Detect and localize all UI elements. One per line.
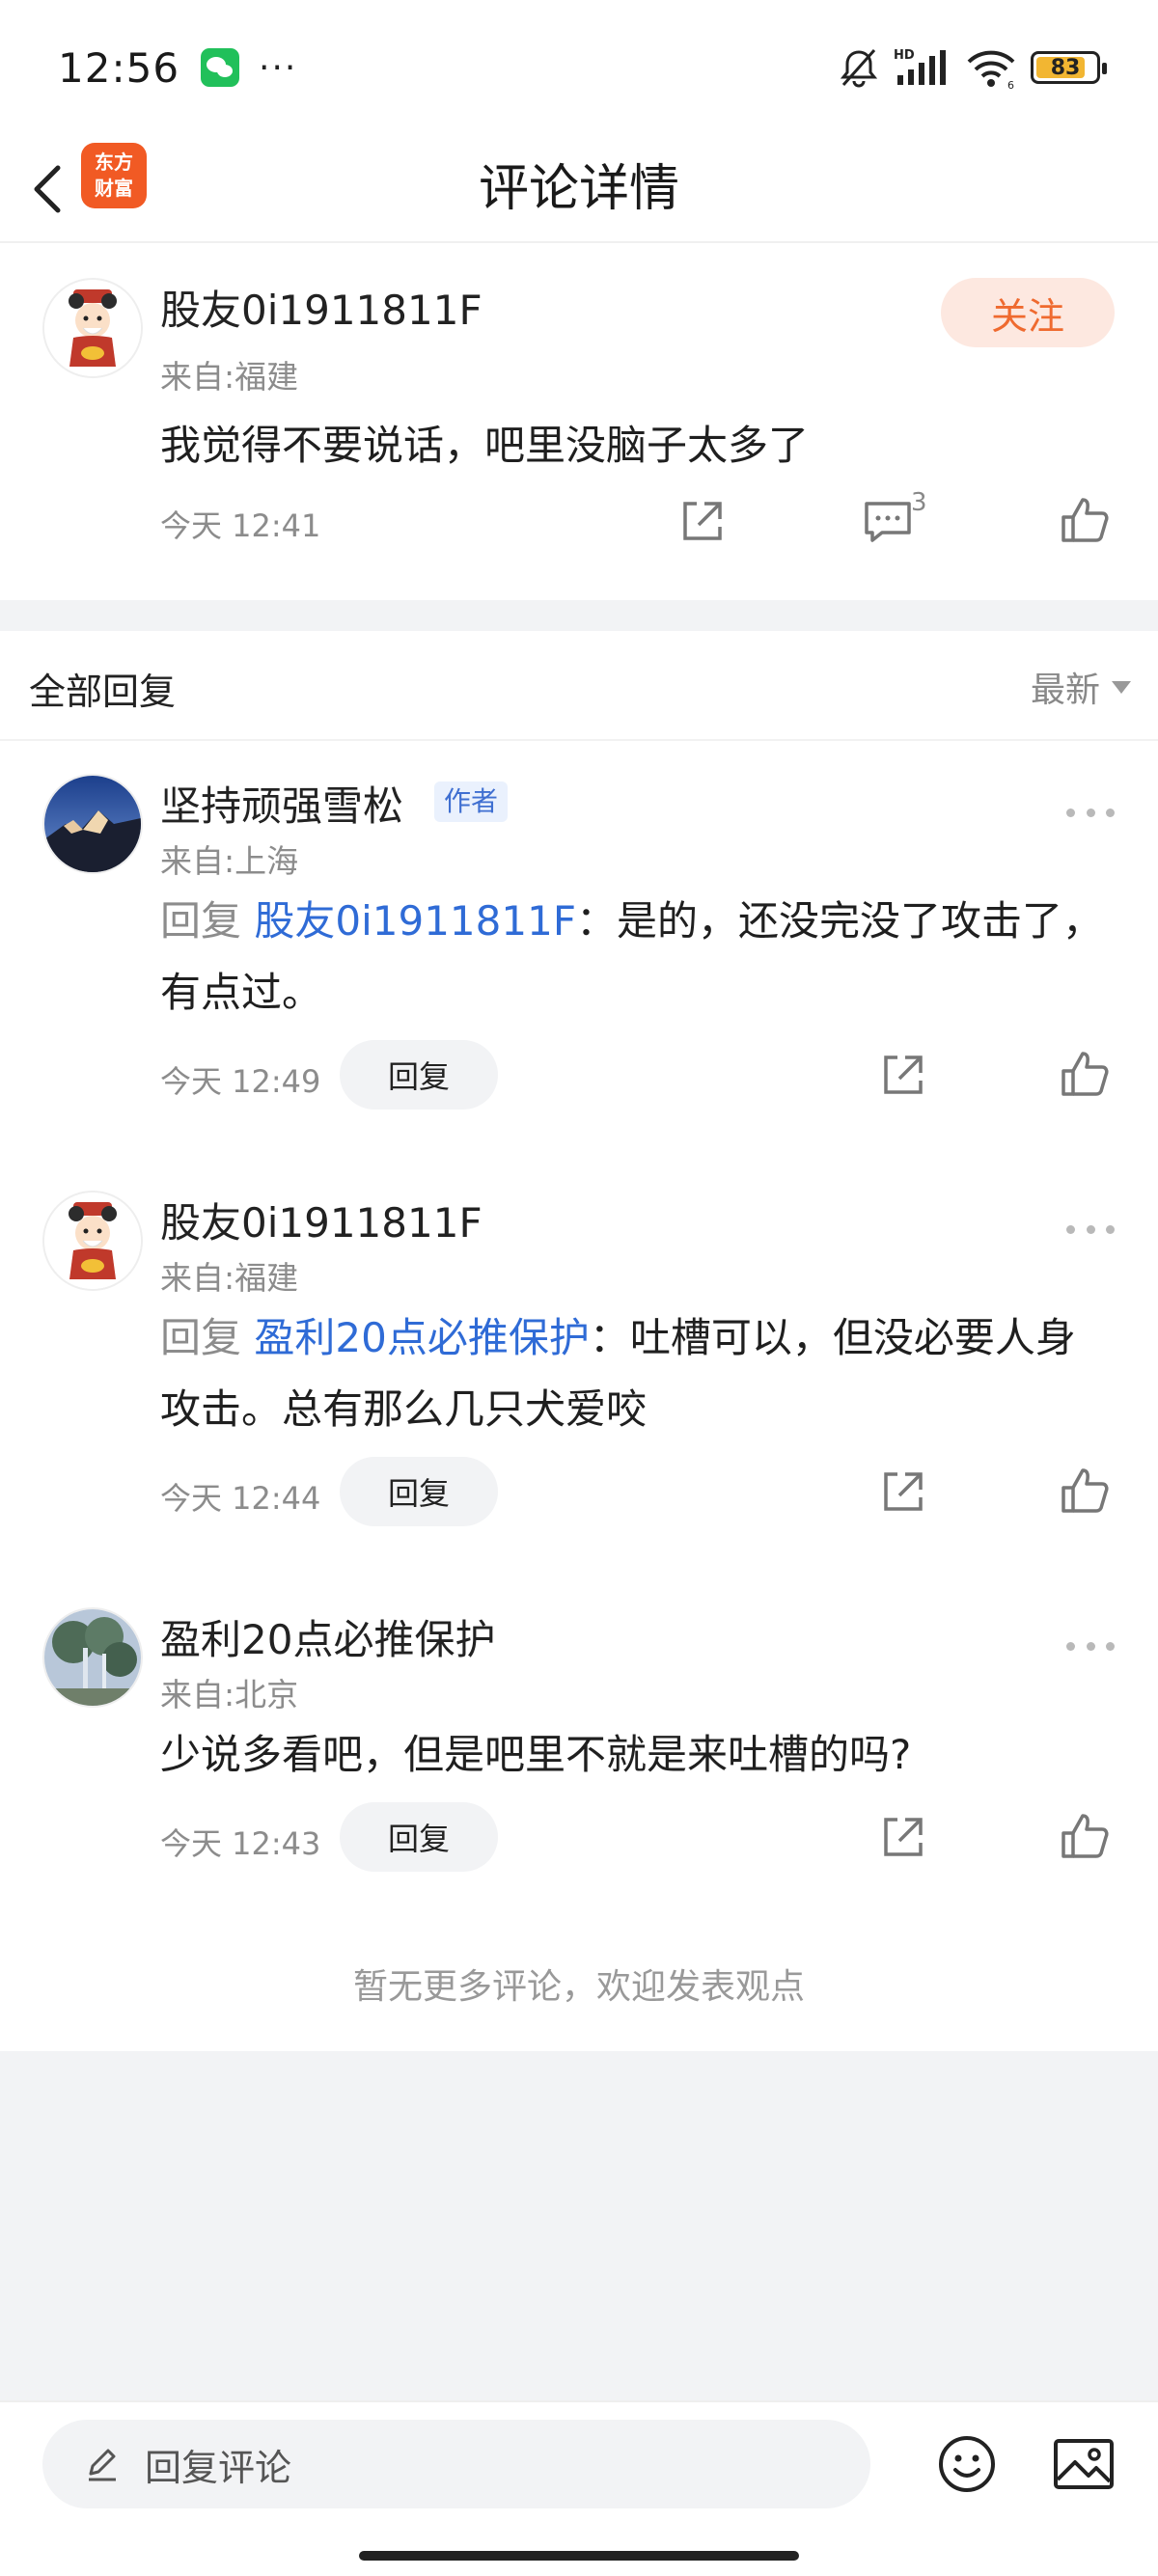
landscape-avatar-icon <box>44 776 141 872</box>
location: 来自:北京 <box>160 1676 299 1713</box>
comment-icon[interactable] <box>861 494 915 548</box>
like-icon[interactable] <box>1058 494 1112 548</box>
main-comment: 股友0i1911811F 来自:福建 我觉得不要说话，吧里没脑子太多了 今天 1… <box>0 243 1158 600</box>
like-icon[interactable] <box>1058 1465 1112 1519</box>
wechat-icon <box>201 48 240 87</box>
share-icon[interactable] <box>876 1048 930 1102</box>
avatar[interactable] <box>42 1191 143 1291</box>
emoji-icon[interactable] <box>936 2433 998 2495</box>
wifi-icon: 6 <box>967 50 1015 89</box>
tree-avatar-icon <box>44 1609 141 1706</box>
location: 来自:福建 <box>160 358 299 396</box>
mention-link[interactable]: 股友0i1911811F <box>254 897 576 945</box>
reply-prefix: 回复 <box>160 1314 242 1361</box>
reply-button[interactable]: 回复 <box>340 1040 498 1110</box>
reply-item: 盈利20点必推保护 来自:北京 少说多看吧，但是吧里不就是来吐槽的吗? 今天 1… <box>0 1575 1158 1893</box>
reply-text: 回复 股友0i1911811F：是的，还没完没了攻击了，有点过。 <box>160 886 1106 1028</box>
back-button[interactable] <box>23 162 77 216</box>
avatar[interactable] <box>42 774 143 874</box>
follow-button[interactable]: 关注 <box>941 278 1115 347</box>
comment-time: 今天 12:41 <box>160 507 321 544</box>
username[interactable]: 股友0i1911811F <box>160 1191 482 1249</box>
share-icon[interactable] <box>876 1810 930 1864</box>
sort-label: 最新 <box>1030 671 1100 710</box>
empty-area <box>0 2051 1158 2400</box>
home-indicator[interactable] <box>359 2551 799 2561</box>
avatar[interactable] <box>42 278 143 378</box>
status-icons: HD 6 83 <box>838 46 1107 89</box>
reply-item: 股友0i1911811F 来自:福建 回复 盈利20点必推保护：吐槽可以，但没必… <box>0 1158 1158 1546</box>
reply-prefix: 回复 <box>160 897 242 945</box>
more-notifications-icon: ··· <box>259 47 298 88</box>
reply-time: 今天 12:43 <box>160 1825 321 1862</box>
username[interactable]: 盈利20点必推保护 <box>160 1607 495 1666</box>
replies-header: 全部回复 最新 <box>0 631 1158 741</box>
share-icon[interactable] <box>876 1465 930 1519</box>
comment-text: 我觉得不要说话，吧里没脑子太多了 <box>160 422 810 469</box>
eastmoney-logo[interactable]: 东方 财富 <box>81 143 147 208</box>
end-of-list-note: 暂无更多评论，欢迎发表观点 <box>352 1967 805 2007</box>
cartoon-avatar-icon <box>44 1192 141 1289</box>
svg-text:HD: HD <box>894 48 915 63</box>
image-icon[interactable] <box>1052 2435 1116 2493</box>
hd-signal-icon: HD <box>894 48 946 85</box>
reply-time: 今天 12:49 <box>160 1063 321 1100</box>
more-options-button[interactable] <box>1066 803 1115 822</box>
page-title: 评论详情 <box>478 160 679 218</box>
more-options-button[interactable] <box>1066 1636 1115 1656</box>
mute-icon <box>840 49 878 88</box>
reply-button[interactable]: 回复 <box>340 1802 498 1872</box>
nav-bar: 东方 财富 评论详情 <box>0 135 1158 243</box>
status-time: 12:56 <box>58 43 180 92</box>
status-bar: 12:56 ··· HD 6 83 <box>0 0 1158 135</box>
username[interactable]: 坚持顽强雪松 <box>160 774 403 833</box>
mention-link[interactable]: 盈利20点必推保护 <box>254 1314 589 1361</box>
logo-line2: 财富 <box>95 177 133 200</box>
pen-icon <box>89 2449 116 2481</box>
cartoon-avatar-icon <box>44 280 141 376</box>
avatar[interactable] <box>42 1607 143 1708</box>
reply-input-placeholder: 回复评论 <box>145 2446 292 2489</box>
share-icon[interactable] <box>676 494 730 548</box>
caret-down-icon <box>1112 680 1131 694</box>
reply-time: 今天 12:44 <box>160 1480 321 1517</box>
location: 来自:上海 <box>160 842 299 880</box>
like-icon[interactable] <box>1058 1810 1112 1864</box>
more-options-button[interactable] <box>1066 1219 1115 1239</box>
section-divider <box>0 600 1158 631</box>
reply-item: 坚持顽强雪松 作者 来自:上海 回复 股友0i1911811F：是的，还没完没了… <box>0 741 1158 1129</box>
battery-icon: 83 <box>1031 51 1107 84</box>
location: 来自:福建 <box>160 1259 299 1297</box>
bottom-bar: 回复评论 <box>0 2400 1158 2576</box>
battery-level: 83 <box>1050 55 1081 80</box>
reply-text: 少说多看吧，但是吧里不就是来吐槽的吗? <box>160 1731 912 1778</box>
reply-button[interactable]: 回复 <box>340 1457 498 1526</box>
reply-text: 回复 盈利20点必推保护：吐槽可以，但没必要人身攻击。总有那么几只犬爱咬 <box>160 1302 1106 1445</box>
username[interactable]: 股友0i1911811F <box>160 278 482 337</box>
logo-line1: 东方 <box>95 151 133 174</box>
reply-count: 3 <box>911 488 927 517</box>
reply-comment-input[interactable]: 回复评论 <box>42 2420 870 2508</box>
like-icon[interactable] <box>1058 1048 1112 1102</box>
sort-dropdown[interactable]: 最新 <box>1031 662 1131 712</box>
svg-text:6: 6 <box>1007 79 1014 89</box>
replies-title: 全部回复 <box>29 671 177 713</box>
author-badge: 作者 <box>434 781 509 822</box>
